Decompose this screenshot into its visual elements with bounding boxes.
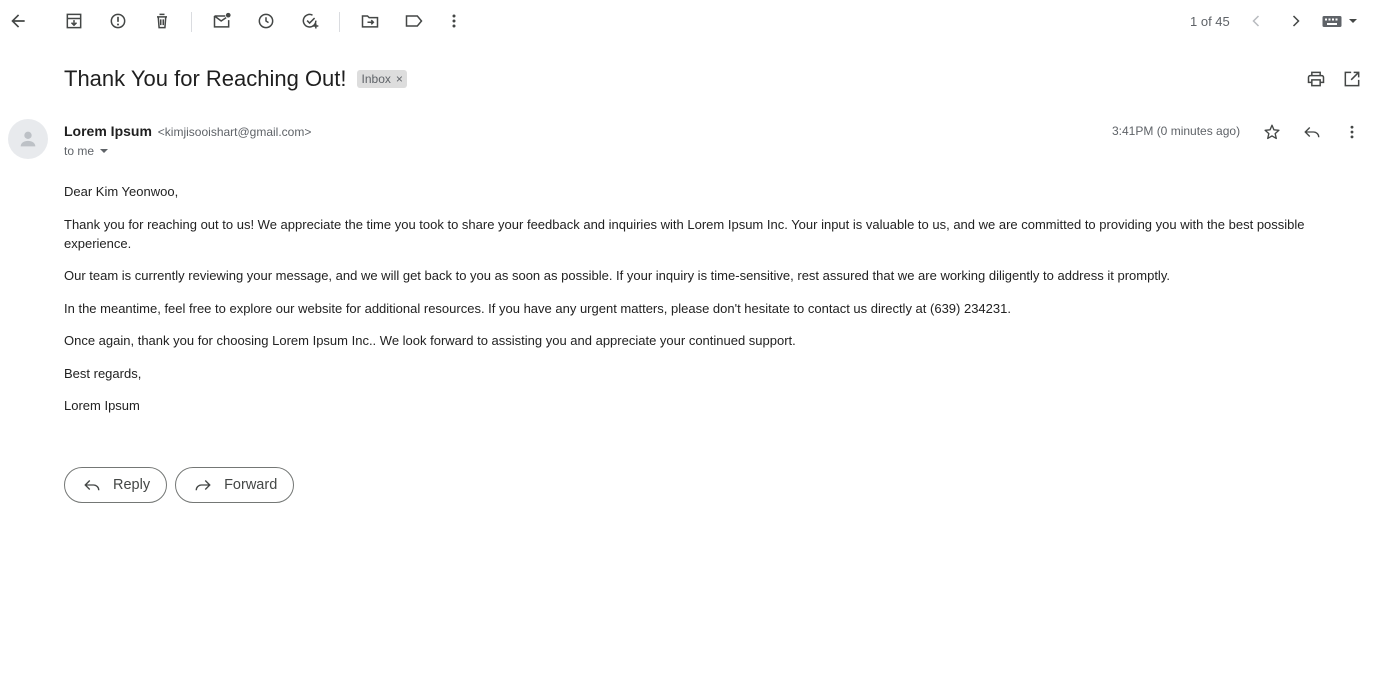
message-body: Dear Kim Yeonwoo, Thank you for reaching… [64,182,1334,429]
sender-name[interactable]: Lorem Ipsum [64,123,152,139]
sender-avatar [8,119,48,159]
forward-icon [195,480,211,491]
sender-email: <kimjisooishart@gmail.com> [157,125,312,139]
mark-unread-icon[interactable] [210,9,234,33]
delete-icon[interactable] [150,9,174,33]
star-icon[interactable] [1261,121,1283,143]
forward-button-label: Forward [224,477,278,493]
move-to-icon[interactable] [358,9,382,33]
newer-chevron-icon[interactable] [1244,9,1268,33]
reply-icon [84,480,100,491]
body-paragraph: Once again, thank you for choosing Lorem… [64,333,796,348]
message-actions: Reply Forward [64,467,295,503]
caret-down-icon [1349,19,1357,23]
body-paragraph: Lorem Ipsum [64,398,140,413]
inbox-label-chip: Inbox × [356,70,407,88]
person-icon [20,131,36,147]
forward-button[interactable]: Forward [175,467,295,503]
pager-count: 1 of 45 [1190,14,1230,29]
input-tools-button[interactable] [1322,10,1362,32]
body-paragraph: Best regards, [64,365,142,381]
email-subject: Thank You for Reaching Out! [64,66,347,91]
print-icon[interactable] [1304,67,1328,91]
add-to-tasks-icon[interactable] [298,9,322,33]
remove-label-icon[interactable]: × [396,72,403,86]
back-arrow-icon[interactable] [6,9,30,33]
message-timestamp: 3:41PM (0 minutes ago) [1112,124,1241,138]
reply-button-label: Reply [113,477,151,493]
open-in-new-window-icon[interactable] [1340,67,1364,91]
body-paragraph: Thank you for reaching out to us! We app… [64,216,1305,251]
body-paragraph: Our team is currently reviewing your mes… [64,268,1170,283]
reply-button[interactable]: Reply [64,467,168,503]
keyboard-icon [1322,16,1342,27]
snooze-icon[interactable] [254,9,278,33]
archive-icon[interactable] [62,9,86,33]
recipient-details-toggle[interactable]: to me [64,144,110,158]
caret-down-icon [100,149,109,153]
label-icon[interactable] [402,9,426,33]
more-vertical-icon[interactable] [1341,121,1363,143]
body-paragraph: Dear Kim Yeonwoo, [64,184,179,199]
sender-line: Lorem Ipsum <kimjisooishart@gmail.com> [64,123,311,139]
body-paragraph: In the meantime, feel free to explore ou… [64,300,1011,316]
toolbar-divider [191,12,192,32]
report-spam-icon[interactable] [106,9,130,33]
label-chip-text: Inbox [361,72,391,86]
toolbar: 1 of 45 [0,0,1380,42]
more-vertical-icon[interactable] [442,9,466,33]
older-chevron-icon[interactable] [1284,9,1308,33]
toolbar-divider [339,12,340,32]
reply-icon[interactable] [1301,121,1323,143]
subject-row: Thank You for Reaching Out! Inbox × [64,64,407,94]
to-label: to me [64,144,95,158]
